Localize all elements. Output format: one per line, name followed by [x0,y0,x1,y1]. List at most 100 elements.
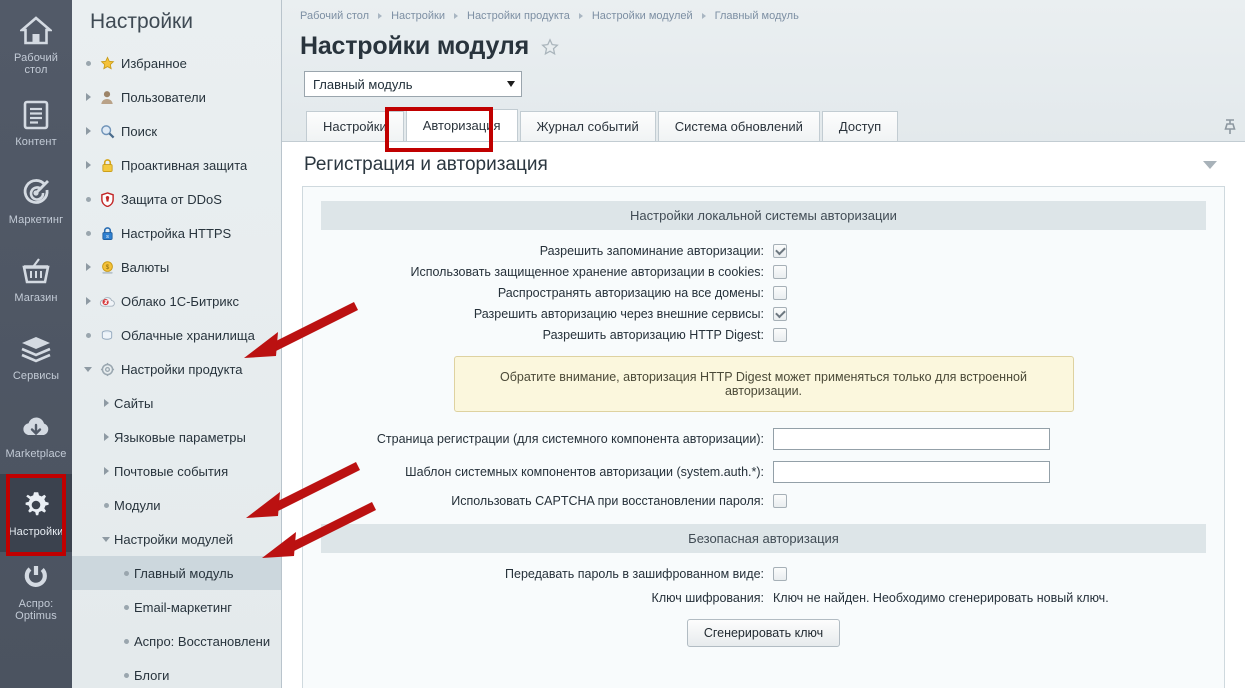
module-select[interactable]: Главный модуль [304,71,522,97]
sidebar-item-1[interactable]: Пользователи [72,80,281,114]
https-lock-icon: s [96,226,118,241]
sidebar-item-5[interactable]: s Настройка HTTPS [72,216,281,250]
sidebar-item-8[interactable]: Облачные хранилища [72,318,281,352]
encrypted-password-label: Передавать пароль в зашифрованном виде: [505,567,764,581]
sidebar-item-2[interactable]: Поиск [72,114,281,148]
breadcrumb-item[interactable]: Настройки модулей [592,10,693,22]
target-icon [19,176,53,210]
tab-1[interactable]: Авторизация [405,109,518,141]
rail-item-aspro-optimus[interactable]: Аспро: Optimus [0,552,72,630]
chevron-right-icon [80,263,96,271]
encryption-key-value-wrap: Ключ не найден. Необходимо сгенерировать… [773,591,1109,605]
sidebar-item-10[interactable]: Сайты [72,386,281,420]
captcha-label: Использовать CAPTCHA при восстановлении … [451,494,764,508]
breadcrumb-item[interactable]: Настройки [391,10,445,22]
star-outline-icon[interactable] [541,37,559,56]
sidebar-item-16[interactable]: Email-маркетинг [72,590,281,624]
checkbox-label: Разрешить авторизацию через внешние серв… [473,307,764,321]
sidebar-item-9[interactable]: Настройки продукта [72,352,281,386]
main-area: Рабочий стол Настройки Настройки продукта Н… [282,0,1245,688]
text-input[interactable] [773,461,1050,483]
sidebar-item-13[interactable]: Модули [72,488,281,522]
chevron-down-icon[interactable] [1203,161,1217,169]
checkbox-value [773,244,787,258]
breadcrumb-item[interactable]: Настройки продукта [467,10,570,22]
rail-item-marketplace[interactable]: Marketplace [0,396,72,474]
checkbox-row: Разрешить авторизацию через внешние серв… [303,307,1224,321]
tab-2[interactable]: Журнал событий [519,111,656,141]
group-title-secure-auth: Безопасная авторизация [321,524,1206,553]
rail-item-label: Настройки [8,526,64,538]
cloud-download-icon [19,410,53,444]
sidebar-item-label: Блоги [134,667,170,683]
captcha-checkbox[interactable] [773,494,787,508]
sidebar-item-label: Главный модуль [134,565,234,581]
checkbox[interactable] [773,286,787,300]
checkbox-label: Разрешить запоминание авторизации: [539,244,764,258]
shield-icon [96,191,118,207]
sidebar-item-12[interactable]: Почтовые события [72,454,281,488]
checkbox-label: Использовать защищенное хранение авториз… [410,265,764,279]
magnifier-icon [96,124,118,139]
sidebar-item-15[interactable]: Главный модуль [72,556,281,590]
tab-0[interactable]: Настройки [306,111,404,141]
rail-item-marketing[interactable]: Маркетинг [0,162,72,240]
currency-icon: $ [96,260,118,275]
http-digest-notice: Обратите внимание, авторизация HTTP Dige… [453,356,1074,412]
section-header: Регистрация и авторизация [282,142,1245,186]
home-icon [19,14,53,48]
sidebar-item-0[interactable]: Избранное [72,46,281,80]
sidebar-item-label: Пользователи [121,89,206,105]
checkbox[interactable] [773,244,787,258]
encryption-key-label: Ключ шифрования: [651,591,764,605]
tab-bar: Настройки Авторизация Журнал событий Систем… [300,109,1245,141]
checkbox[interactable] [773,328,787,342]
encrypted-password-checkbox[interactable] [773,567,787,581]
checkbox-label: Разрешить авторизацию HTTP Digest: [542,328,764,342]
sidebar-item-11[interactable]: Языковые параметры [72,420,281,454]
chevron-down-icon [80,366,96,372]
checkbox-value [773,307,787,321]
text-field-value [773,461,1050,483]
tab-list: Настройки Авторизация Журнал событий Систем… [306,109,900,141]
encryption-key-value: Ключ не найден. Необходимо сгенерировать… [773,591,1109,605]
generate-key-button[interactable]: Сгенерировать ключ [686,619,841,647]
sidebar-item-14[interactable]: Настройки модулей [72,522,281,556]
sidebar-item-label: Модули [114,497,161,513]
sidebar-item-17[interactable]: Аспро: Восстановлени [72,624,281,658]
checkbox-row: Распространять авторизацию на все домены… [303,286,1224,300]
sidebar-item-3[interactable]: Проактивная защита [72,148,281,182]
sidebar-item-18[interactable]: Блоги [72,658,281,688]
rail-item-content[interactable]: Контент [0,84,72,162]
pin-icon[interactable] [1223,119,1237,135]
sidebar-item-6[interactable]: $ Валюты [72,250,281,284]
rail-item-settings[interactable]: Настройки [0,474,72,552]
sidebar-item-label: Почтовые события [114,463,229,479]
text-input[interactable] [773,428,1050,450]
chevron-down-icon [507,81,515,87]
group-title-local-auth: Настройки локальной системы авторизации [321,201,1206,230]
checkbox[interactable] [773,265,787,279]
rail-item-shop[interactable]: Магазин [0,240,72,318]
text-field-group: Страница регистрации (для системного ком… [303,428,1224,483]
rail-item-label: Контент [15,136,57,148]
sidebar-item-7[interactable]: Облако 1С-Битрикс [72,284,281,318]
bullet-icon [98,502,114,508]
rail-item-label: Маркетинг [8,214,64,226]
sidebar-item-label: Настройки модулей [114,531,234,547]
rail-item-label: Рабочий стол [14,52,58,76]
sidebar-item-4[interactable]: Защита от DDoS [72,182,281,216]
checkbox-value [773,265,787,279]
captcha-row: Использовать CAPTCHA при восстановлении … [303,494,1224,508]
tab-3[interactable]: Система обновлений [657,111,820,141]
sidebar-item-label: Избранное [121,55,187,71]
bullet-icon [118,570,134,576]
breadcrumb: Рабочий стол Настройки Настройки продукта Н… [300,0,1245,28]
text-field-label: Шаблон системных компонентов авторизации… [405,465,764,479]
tab-4[interactable]: Доступ [821,111,899,141]
chevron-right-icon [98,467,114,475]
checkbox[interactable] [773,307,787,321]
breadcrumb-item[interactable]: Рабочий стол [300,10,369,22]
rail-item-services[interactable]: Сервисы [0,318,72,396]
rail-item-desktop[interactable]: Рабочий стол [0,6,72,84]
